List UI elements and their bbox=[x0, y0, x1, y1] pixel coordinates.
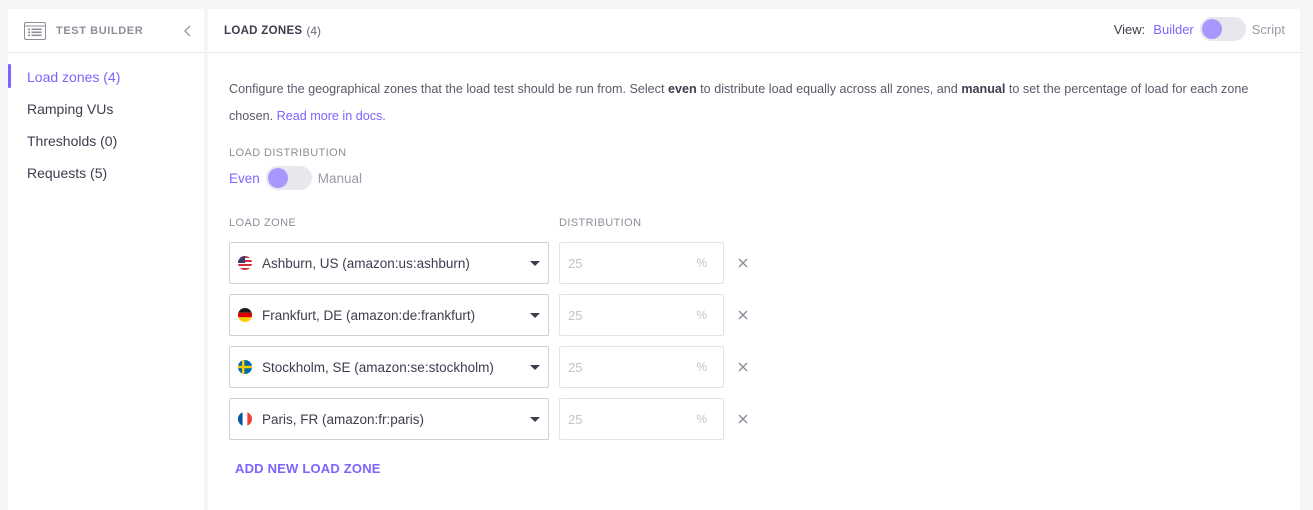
load-zone-row: Frankfurt, DE (amazon:de:frankfurt) 25 % bbox=[229, 294, 1279, 336]
se-flag-icon bbox=[238, 360, 252, 374]
view-switch: View: Builder Script bbox=[1114, 17, 1285, 41]
caret-down-icon bbox=[530, 261, 540, 266]
caret-down-icon bbox=[530, 417, 540, 422]
sidebar-item-requests[interactable]: Requests (5) bbox=[8, 157, 204, 189]
view-toggle[interactable] bbox=[1199, 17, 1246, 41]
load-zone-row: Stockholm, SE (amazon:se:stockholm) 25 % bbox=[229, 346, 1279, 388]
sidebar-title: TEST BUILDER bbox=[56, 24, 144, 37]
caret-down-icon bbox=[530, 365, 540, 370]
load-zone-row: Ashburn, US (amazon:us:ashburn) 25 % bbox=[229, 242, 1279, 284]
sidebar-item-thresholds[interactable]: Thresholds (0) bbox=[8, 125, 204, 157]
list-icon bbox=[24, 21, 46, 40]
distribution-value: 25 bbox=[568, 359, 583, 375]
desc-even: even bbox=[667, 82, 697, 96]
sidebar-header: TEST BUILDER bbox=[8, 9, 204, 53]
docs-link[interactable]: Read more in docs. bbox=[277, 109, 386, 123]
distribution-column-label: DISTRIBUTION bbox=[559, 217, 642, 229]
sidebar-item-load-zones[interactable]: Load zones (4) bbox=[8, 61, 204, 93]
close-icon[interactable] bbox=[736, 412, 750, 426]
sidebar: TEST BUILDER Load zones (4) Ramping VUs … bbox=[8, 9, 204, 510]
percent-unit: % bbox=[696, 360, 707, 374]
distribution-manual-label[interactable]: Manual bbox=[318, 171, 362, 186]
distribution-even-label[interactable]: Even bbox=[229, 171, 260, 186]
load-distribution-label: LOAD DISTRIBUTION bbox=[229, 147, 347, 159]
content: Configure the geographical zones that th… bbox=[208, 53, 1300, 478]
desc-text: to distribute load equally across all zo… bbox=[696, 82, 962, 96]
load-zone-select[interactable]: Ashburn, US (amazon:us:ashburn) bbox=[229, 242, 549, 284]
load-zone-select[interactable]: Stockholm, SE (amazon:se:stockholm) bbox=[229, 346, 549, 388]
load-zone-select[interactable]: Paris, FR (amazon:fr:paris) bbox=[229, 398, 549, 440]
sidebar-item-label: Thresholds (0) bbox=[27, 133, 118, 149]
main-header: LOAD ZONES (4) View: Builder Script bbox=[208, 9, 1300, 53]
percent-unit: % bbox=[696, 256, 707, 270]
zone-count: (4) bbox=[306, 23, 322, 38]
sidebar-nav: Load zones (4) Ramping VUs Thresholds (0… bbox=[8, 53, 204, 189]
sidebar-item-label: Load zones (4) bbox=[27, 69, 121, 85]
load-zone-column-label: LOAD ZONE bbox=[229, 217, 297, 229]
close-icon[interactable] bbox=[736, 256, 750, 270]
distribution-input[interactable]: 25 % bbox=[559, 398, 724, 440]
sidebar-item-label: Requests (5) bbox=[27, 165, 108, 181]
sidebar-item-label: Ramping VUs bbox=[27, 101, 114, 117]
view-script-label[interactable]: Script bbox=[1252, 22, 1285, 37]
distribution-toggle[interactable] bbox=[265, 166, 312, 190]
page-title: LOAD ZONES bbox=[224, 24, 303, 37]
distribution-input[interactable]: 25 % bbox=[559, 294, 724, 336]
view-builder-label[interactable]: Builder bbox=[1153, 22, 1193, 37]
sidebar-item-ramping-vus[interactable]: Ramping VUs bbox=[8, 93, 204, 125]
close-icon[interactable] bbox=[736, 308, 750, 322]
add-load-zone-button[interactable]: ADD NEW LOAD ZONE bbox=[235, 461, 381, 476]
distribution-toggle-row: Even Manual bbox=[229, 166, 1279, 190]
description: Configure the geographical zones that th… bbox=[229, 76, 1289, 130]
percent-unit: % bbox=[696, 308, 707, 322]
caret-down-icon bbox=[530, 313, 540, 318]
fr-flag-icon bbox=[238, 412, 252, 426]
load-zone-row: Paris, FR (amazon:fr:paris) 25 % bbox=[229, 398, 1279, 440]
load-zone-value: Paris, FR (amazon:fr:paris) bbox=[262, 411, 425, 427]
de-flag-icon bbox=[238, 308, 252, 322]
column-labels: LOAD ZONE DISTRIBUTION bbox=[229, 217, 1279, 229]
load-zone-value: Ashburn, US (amazon:us:ashburn) bbox=[262, 255, 470, 271]
distribution-input[interactable]: 25 % bbox=[559, 346, 724, 388]
load-zone-select[interactable]: Frankfurt, DE (amazon:de:frankfurt) bbox=[229, 294, 549, 336]
close-icon[interactable] bbox=[736, 360, 750, 374]
view-label: View: bbox=[1113, 21, 1146, 37]
toggle-knob bbox=[267, 168, 288, 188]
desc-manual: manual bbox=[961, 82, 1006, 96]
main-panel: LOAD ZONES (4) View: Builder Script Conf… bbox=[208, 9, 1300, 510]
desc-text: Configure the geographical zones that th… bbox=[229, 82, 668, 96]
load-zone-value: Stockholm, SE (amazon:se:stockholm) bbox=[262, 359, 494, 375]
distribution-value: 25 bbox=[568, 411, 583, 427]
toggle-knob bbox=[1201, 19, 1222, 39]
distribution-input[interactable]: 25 % bbox=[559, 242, 724, 284]
percent-unit: % bbox=[696, 412, 707, 426]
load-zone-value: Frankfurt, DE (amazon:de:frankfurt) bbox=[262, 307, 476, 323]
distribution-value: 25 bbox=[568, 255, 583, 271]
chevron-left-icon[interactable] bbox=[182, 23, 194, 39]
distribution-value: 25 bbox=[568, 307, 583, 323]
us-flag-icon bbox=[238, 256, 252, 270]
